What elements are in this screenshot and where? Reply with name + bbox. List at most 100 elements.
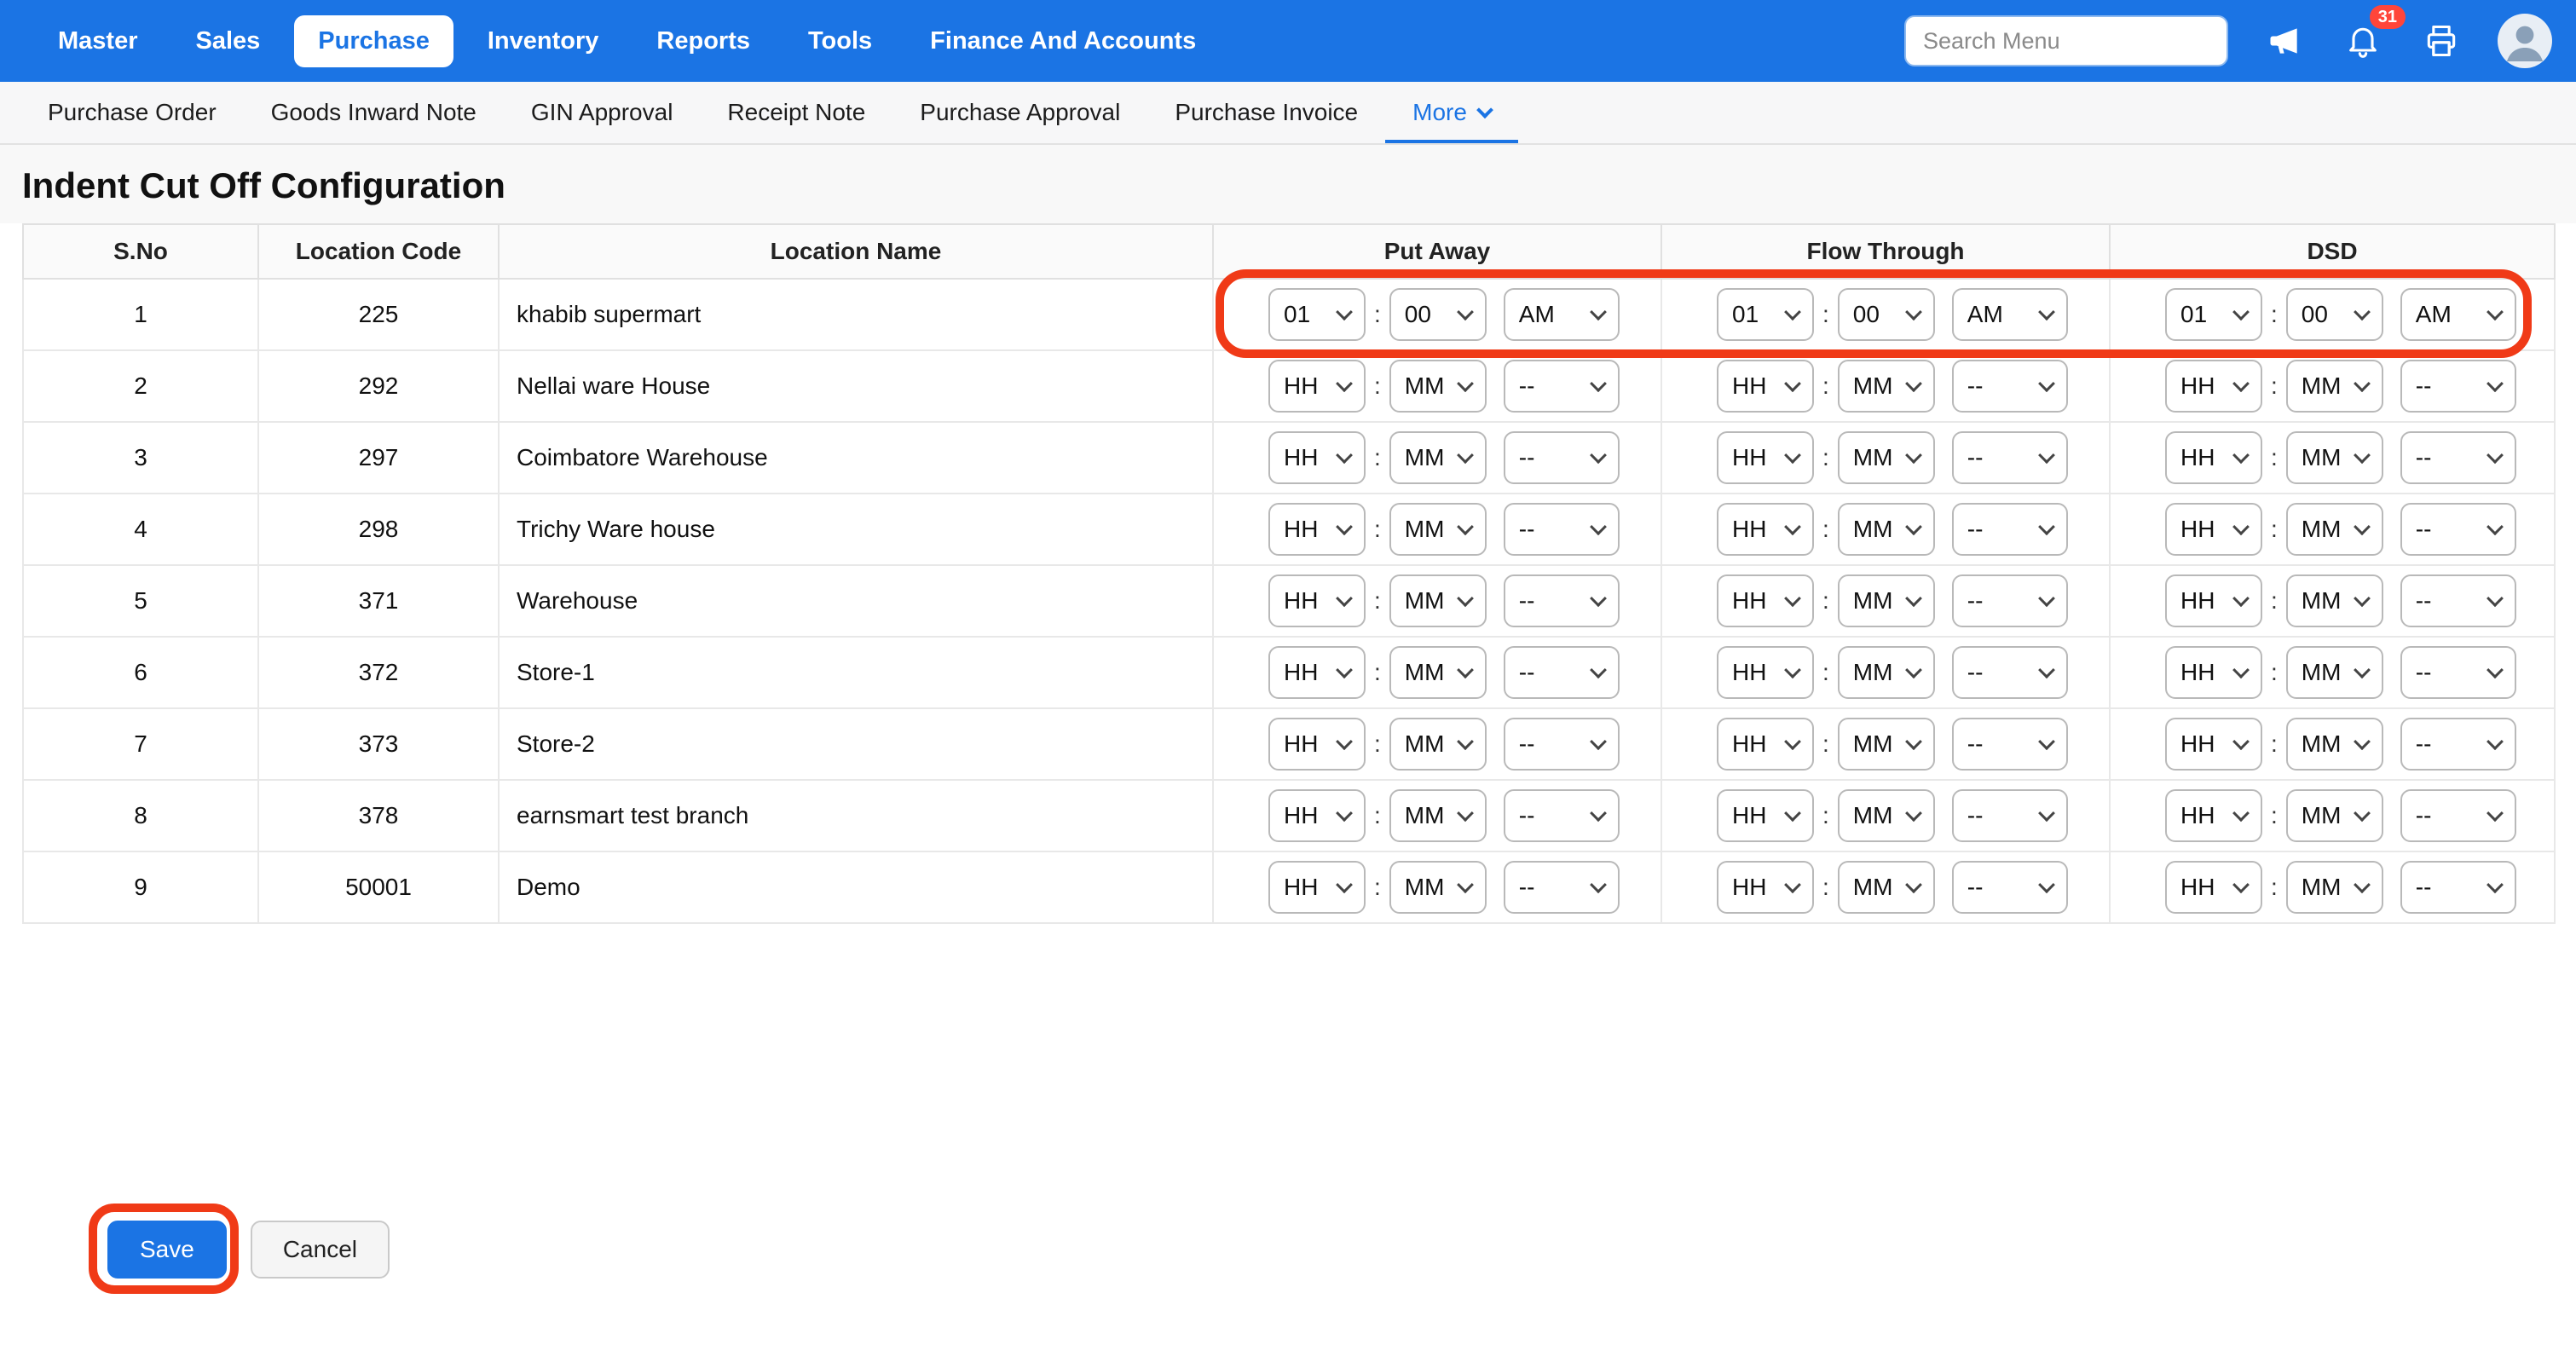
dsd-ap-select[interactable]: -- — [2400, 503, 2516, 556]
dsd-mm-select[interactable]: MM — [2286, 789, 2383, 842]
put-away-hh-select[interactable]: HH — [1268, 360, 1366, 413]
put-away-ap-select[interactable]: AM — [1504, 288, 1620, 341]
flow-through-mm-select[interactable]: MM — [1838, 646, 1935, 699]
subnav-item-purchase-invoice[interactable]: Purchase Invoice — [1147, 82, 1385, 143]
flow-through-hh-select[interactable]: HH — [1717, 646, 1814, 699]
dsd-hh-select[interactable]: HH — [2165, 718, 2262, 771]
dsd-ap-select[interactable]: -- — [2400, 646, 2516, 699]
put-away-hh-select[interactable]: HH — [1268, 718, 1366, 771]
bell-icon[interactable]: 31 — [2341, 19, 2385, 63]
flow-through-hh-select[interactable]: HH — [1717, 360, 1814, 413]
put-away-ap-select[interactable]: -- — [1504, 789, 1620, 842]
flow-through-ap-select[interactable]: -- — [1952, 360, 2068, 413]
flow-through-mm-select[interactable]: MM — [1838, 861, 1935, 914]
put-away-hh-select[interactable]: HH — [1268, 574, 1366, 627]
nav-item-tools[interactable]: Tools — [784, 15, 896, 67]
flow-through-hh-select[interactable]: 01 — [1717, 288, 1814, 341]
flow-through-hh-select[interactable]: HH — [1717, 718, 1814, 771]
put-away-hh-select[interactable]: HH — [1268, 861, 1366, 914]
subnav-item-purchase-order[interactable]: Purchase Order — [20, 82, 244, 143]
flow-through-ap-select[interactable]: -- — [1952, 574, 2068, 627]
dsd-hh-select[interactable]: HH — [2165, 360, 2262, 413]
put-away-ap-select[interactable]: -- — [1504, 574, 1620, 627]
nav-item-sales[interactable]: Sales — [172, 15, 285, 67]
dsd-hh-select[interactable]: HH — [2165, 574, 2262, 627]
put-away-hh-select[interactable]: HH — [1268, 431, 1366, 484]
put-away-mm-select[interactable]: 00 — [1389, 288, 1487, 341]
nav-item-purchase[interactable]: Purchase — [294, 15, 453, 67]
put-away-hh-select[interactable]: 01 — [1268, 288, 1366, 341]
dsd-ap-select[interactable]: -- — [2400, 431, 2516, 484]
dsd-mm-select[interactable]: MM — [2286, 861, 2383, 914]
dsd-ap-select[interactable]: -- — [2400, 861, 2516, 914]
put-away-mm-select[interactable]: MM — [1389, 789, 1487, 842]
put-away-mm-select[interactable]: MM — [1389, 574, 1487, 627]
put-away-ap-select[interactable]: -- — [1504, 718, 1620, 771]
put-away-ap-select[interactable]: -- — [1504, 503, 1620, 556]
flow-through-ap-select[interactable]: -- — [1952, 646, 2068, 699]
user-avatar[interactable] — [2498, 14, 2552, 68]
put-away-ap-select[interactable]: -- — [1504, 646, 1620, 699]
flow-through-hh-select[interactable]: HH — [1717, 574, 1814, 627]
cancel-button[interactable]: Cancel — [251, 1221, 390, 1279]
subnav-item-receipt-note[interactable]: Receipt Note — [700, 82, 892, 143]
dsd-hh-select[interactable]: 01 — [2165, 288, 2262, 341]
dsd-ap-select[interactable]: AM — [2400, 288, 2516, 341]
flow-through-mm-select[interactable]: MM — [1838, 431, 1935, 484]
put-away-hh-select[interactable]: HH — [1268, 503, 1366, 556]
dsd-ap-select[interactable]: -- — [2400, 789, 2516, 842]
flow-through-ap-select[interactable]: -- — [1952, 718, 2068, 771]
flow-through-mm-select[interactable]: MM — [1838, 789, 1935, 842]
announcement-icon[interactable] — [2262, 19, 2307, 63]
put-away-ap-select[interactable]: -- — [1504, 861, 1620, 914]
put-away-mm-select[interactable]: MM — [1389, 431, 1487, 484]
nav-item-finance-and-accounts[interactable]: Finance And Accounts — [906, 15, 1220, 67]
put-away-mm-select[interactable]: MM — [1389, 646, 1487, 699]
dsd-hh-select[interactable]: HH — [2165, 861, 2262, 914]
put-away-hh-select[interactable]: HH — [1268, 789, 1366, 842]
dsd-hh-select[interactable]: HH — [2165, 431, 2262, 484]
dsd-hh-select[interactable]: HH — [2165, 646, 2262, 699]
printer-icon[interactable] — [2419, 19, 2463, 63]
dsd-mm-select[interactable]: MM — [2286, 574, 2383, 627]
dsd-mm-select[interactable]: MM — [2286, 360, 2383, 413]
dsd-mm-select[interactable]: 00 — [2286, 288, 2383, 341]
dsd-mm-select[interactable]: MM — [2286, 431, 2383, 484]
put-away-ap-select[interactable]: -- — [1504, 360, 1620, 413]
subnav-item-goods-inward-note[interactable]: Goods Inward Note — [244, 82, 504, 143]
flow-through-mm-select[interactable]: MM — [1838, 503, 1935, 556]
nav-item-master[interactable]: Master — [34, 15, 162, 67]
flow-through-mm-select[interactable]: MM — [1838, 718, 1935, 771]
flow-through-mm-select[interactable]: MM — [1838, 360, 1935, 413]
put-away-mm-select[interactable]: MM — [1389, 718, 1487, 771]
flow-through-hh-select[interactable]: HH — [1717, 861, 1814, 914]
flow-through-ap-select[interactable]: AM — [1952, 288, 2068, 341]
dsd-ap-select[interactable]: -- — [2400, 360, 2516, 413]
flow-through-hh-select[interactable]: HH — [1717, 789, 1814, 842]
flow-through-ap-select[interactable]: -- — [1952, 431, 2068, 484]
dsd-hh-select[interactable]: HH — [2165, 503, 2262, 556]
dsd-hh-select[interactable]: HH — [2165, 789, 2262, 842]
flow-through-hh-select[interactable]: HH — [1717, 503, 1814, 556]
subnav-item-purchase-approval[interactable]: Purchase Approval — [892, 82, 1147, 143]
put-away-mm-select[interactable]: MM — [1389, 360, 1487, 413]
flow-through-ap-select[interactable]: -- — [1952, 861, 2068, 914]
dsd-ap-select[interactable]: -- — [2400, 718, 2516, 771]
nav-item-reports[interactable]: Reports — [632, 15, 774, 67]
put-away-mm-select[interactable]: MM — [1389, 861, 1487, 914]
dsd-mm-select[interactable]: MM — [2286, 718, 2383, 771]
put-away-ap-select[interactable]: -- — [1504, 431, 1620, 484]
search-input[interactable] — [1904, 15, 2228, 66]
subnav-item-gin-approval[interactable]: GIN Approval — [504, 82, 701, 143]
subnav-item-more[interactable]: More — [1385, 82, 1518, 143]
flow-through-hh-select[interactable]: HH — [1717, 431, 1814, 484]
flow-through-ap-select[interactable]: -- — [1952, 789, 2068, 842]
put-away-hh-select[interactable]: HH — [1268, 646, 1366, 699]
dsd-mm-select[interactable]: MM — [2286, 503, 2383, 556]
flow-through-mm-select[interactable]: 00 — [1838, 288, 1935, 341]
dsd-mm-select[interactable]: MM — [2286, 646, 2383, 699]
flow-through-ap-select[interactable]: -- — [1952, 503, 2068, 556]
nav-item-inventory[interactable]: Inventory — [464, 15, 623, 67]
save-button[interactable]: Save — [107, 1221, 227, 1279]
put-away-mm-select[interactable]: MM — [1389, 503, 1487, 556]
